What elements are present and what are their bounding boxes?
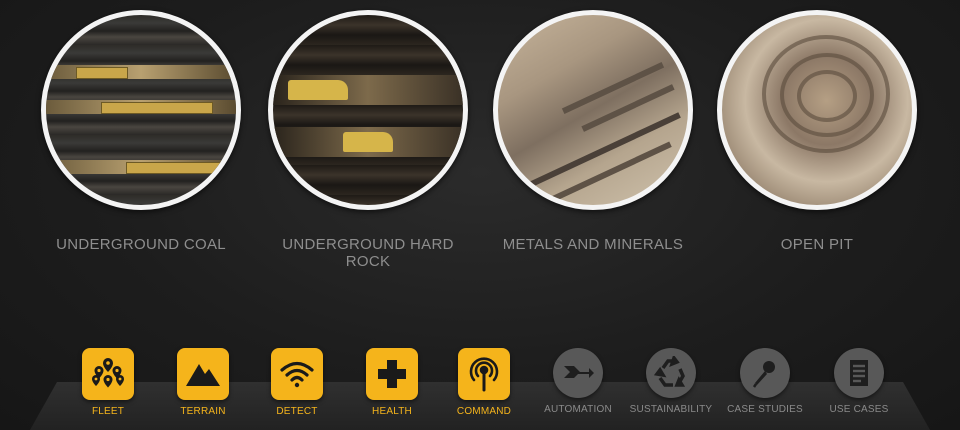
nav-automation[interactable]: AUTOMATION — [531, 348, 625, 415]
mine-label-underground-coal[interactable]: UNDERGROUND COAL — [38, 236, 244, 253]
nav-label-terrain[interactable]: TERRAIN — [156, 406, 250, 417]
map-pins-icon[interactable] — [82, 348, 134, 400]
nav-label-health[interactable]: HEALTH — [345, 406, 439, 417]
merge-arrows-icon[interactable] — [553, 348, 603, 398]
open-pit-image[interactable] — [717, 10, 917, 210]
broadcast-tower-icon[interactable] — [458, 348, 510, 400]
mine-label-open-pit[interactable]: OPEN PIT — [714, 236, 920, 253]
nav-label-detect[interactable]: DETECT — [250, 406, 344, 417]
nav-detect[interactable]: DETECT — [250, 348, 344, 417]
solution-nav: FLEET TERRAIN DETECT HEALTH COMMAND AUTO… — [0, 348, 960, 430]
mine-label-underground-hard-rock[interactable]: UNDERGROUND HARD ROCK — [265, 236, 471, 270]
metals-and-minerals-image[interactable] — [493, 10, 693, 210]
nav-label-case-studies[interactable]: CASE STUDIES — [718, 404, 812, 415]
nav-use-cases[interactable]: USE CASES — [812, 348, 906, 415]
nav-label-command[interactable]: COMMAND — [437, 406, 531, 417]
mine-underground-coal[interactable]: UNDERGROUND COAL — [38, 10, 244, 253]
nav-terrain[interactable]: TERRAIN — [156, 348, 250, 417]
nav-case-studies[interactable]: CASE STUDIES — [718, 348, 812, 415]
mine-label-metals-and-minerals[interactable]: METALS AND MINERALS — [490, 236, 696, 253]
mine-open-pit[interactable]: OPEN PIT — [714, 10, 920, 253]
nav-label-use-cases[interactable]: USE CASES — [812, 404, 906, 415]
mine-underground-hard-rock[interactable]: UNDERGROUND HARD ROCK — [265, 10, 471, 270]
nav-command[interactable]: COMMAND — [437, 348, 531, 417]
microphone-icon[interactable] — [740, 348, 790, 398]
document-list-icon[interactable] — [834, 348, 884, 398]
recycle-icon[interactable] — [646, 348, 696, 398]
mine-metals-and-minerals[interactable]: METALS AND MINERALS — [490, 10, 696, 253]
wifi-signal-icon[interactable] — [271, 348, 323, 400]
plus-cross-icon[interactable] — [366, 348, 418, 400]
nav-fleet[interactable]: FLEET — [61, 348, 155, 417]
nav-label-fleet[interactable]: FLEET — [61, 406, 155, 417]
nav-health[interactable]: HEALTH — [345, 348, 439, 417]
underground-coal-image[interactable] — [41, 10, 241, 210]
underground-hard-rock-image[interactable] — [268, 10, 468, 210]
nav-label-sustainability[interactable]: SUSTAINABILITY — [624, 404, 718, 415]
nav-sustainability[interactable]: SUSTAINABILITY — [624, 348, 718, 415]
nav-label-automation[interactable]: AUTOMATION — [531, 404, 625, 415]
mountain-icon[interactable] — [177, 348, 229, 400]
